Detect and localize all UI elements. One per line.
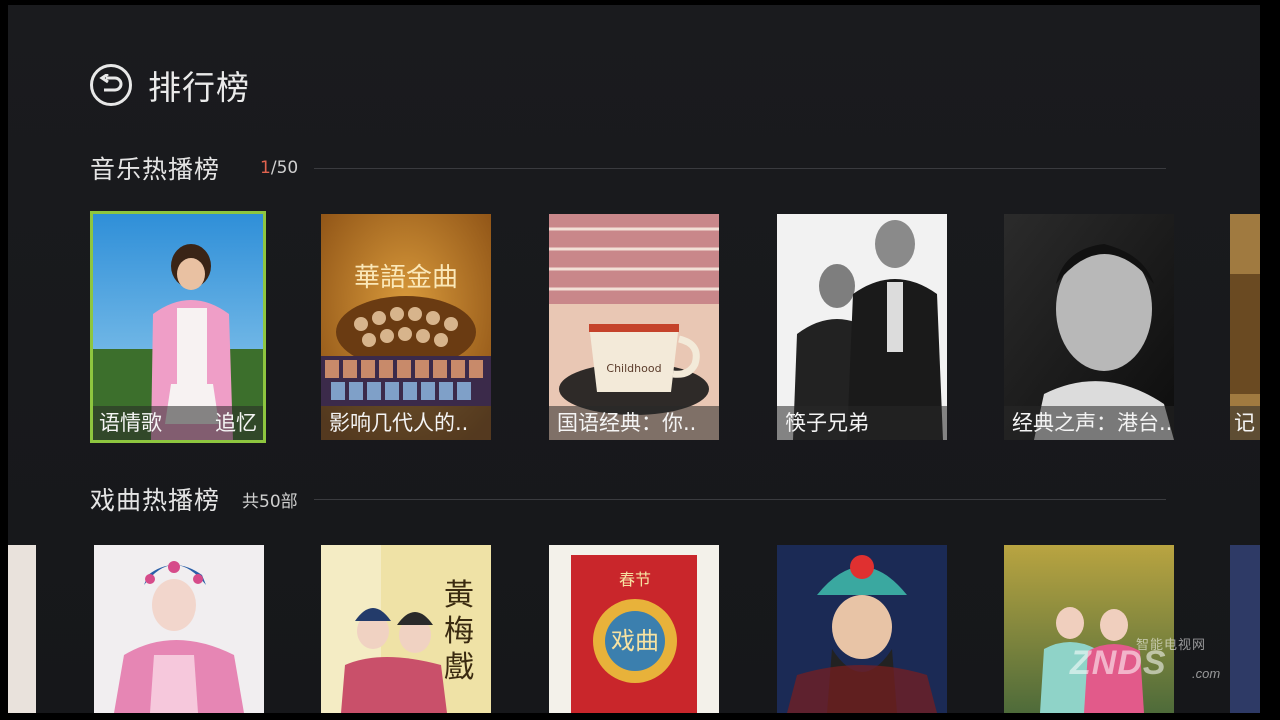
music-position-counter: 1/50 bbox=[260, 158, 298, 178]
opera-card-1[interactable] bbox=[94, 545, 264, 713]
music-card-1[interactable]: 语情歌 追忆 bbox=[90, 211, 266, 443]
opera-row: 黃 梅 戲 春节 戏曲 bbox=[8, 545, 1260, 713]
opera-card-6-partial[interactable] bbox=[1230, 545, 1260, 713]
opera-cover-1 bbox=[94, 545, 264, 713]
music-card-4-caption: 筷子兄弟 bbox=[777, 406, 947, 440]
section-divider bbox=[314, 167, 1166, 169]
opera-card-3[interactable]: 春节 戏曲 bbox=[549, 545, 719, 713]
music-row: 语情歌 追忆 華語金曲 影响几代人的.. Childhood 国语经典：你.. … bbox=[8, 211, 1260, 444]
opera-card-0-partial[interactable] bbox=[8, 545, 36, 713]
opera-cover-0 bbox=[8, 545, 36, 713]
music-card-6-caption: 记 bbox=[1230, 406, 1260, 440]
svg-text:春节: 春节 bbox=[619, 570, 651, 589]
music-card-3[interactable]: Childhood 国语经典：你.. bbox=[549, 214, 719, 440]
counter-total: /50 bbox=[270, 158, 299, 178]
watermark-domain: .com bbox=[1192, 666, 1221, 681]
opera-cover-4 bbox=[777, 545, 947, 713]
svg-text:黃: 黃 bbox=[444, 578, 474, 613]
section-divider bbox=[313, 498, 1166, 500]
back-arrow-circle-icon[interactable] bbox=[90, 64, 132, 106]
music-card-3-caption: 国语经典：你.. bbox=[549, 406, 719, 440]
counter-current: 1 bbox=[260, 158, 271, 178]
opera-cover-3: 春节 戏曲 bbox=[549, 545, 719, 713]
opera-card-2[interactable]: 黃 梅 戲 bbox=[321, 545, 491, 713]
opera-card-4[interactable] bbox=[777, 545, 947, 713]
music-section-title: 音乐热播榜 bbox=[90, 155, 221, 184]
page-title: 排行榜 bbox=[148, 68, 250, 107]
music-card-5-caption: 经典之声：港台.. bbox=[1004, 406, 1174, 440]
music-card-2-caption: 影响几代人的.. bbox=[321, 406, 491, 440]
music-card-1-caption: 语情歌 追忆 bbox=[93, 406, 263, 440]
watermark-main: ZNDS bbox=[1070, 644, 1167, 682]
music-card-5[interactable]: 经典之声：港台.. bbox=[1004, 214, 1174, 440]
caption-left: 语情歌 bbox=[99, 411, 162, 435]
opera-cover-5 bbox=[1004, 545, 1174, 713]
music-section-header: 音乐热播榜 1/50 bbox=[90, 150, 1166, 186]
svg-text:戲: 戲 bbox=[444, 650, 474, 685]
music-card-2[interactable]: 華語金曲 影响几代人的.. bbox=[321, 214, 491, 440]
opera-card-5[interactable] bbox=[1004, 545, 1174, 713]
music-card-6-partial[interactable]: 记 bbox=[1230, 214, 1260, 440]
app-screen: 排行榜 音乐热播榜 1/50 语情歌 追忆 華語金曲 影响几代人的.. Chil… bbox=[8, 5, 1260, 713]
svg-text:梅: 梅 bbox=[444, 614, 474, 649]
opera-cover-6 bbox=[1230, 545, 1260, 713]
music-card-4[interactable]: 筷子兄弟 bbox=[777, 214, 947, 440]
svg-text:Childhood: Childhood bbox=[606, 362, 661, 375]
opera-total-count: 共50部 bbox=[242, 491, 298, 512]
opera-cover-2: 黃 梅 戲 bbox=[321, 545, 491, 713]
header: 排行榜 bbox=[90, 57, 250, 113]
opera-section-title: 戏曲热播榜 bbox=[90, 486, 221, 515]
caption-right: 追忆 bbox=[215, 411, 257, 435]
svg-text:戏曲: 戏曲 bbox=[611, 627, 659, 655]
znds-watermark: 智能电视网 ZNDS .com bbox=[1070, 632, 1240, 686]
svg-text:華語金曲: 華語金曲 bbox=[354, 263, 458, 293]
opera-section-header: 戏曲热播榜 共50部 bbox=[90, 481, 1166, 517]
